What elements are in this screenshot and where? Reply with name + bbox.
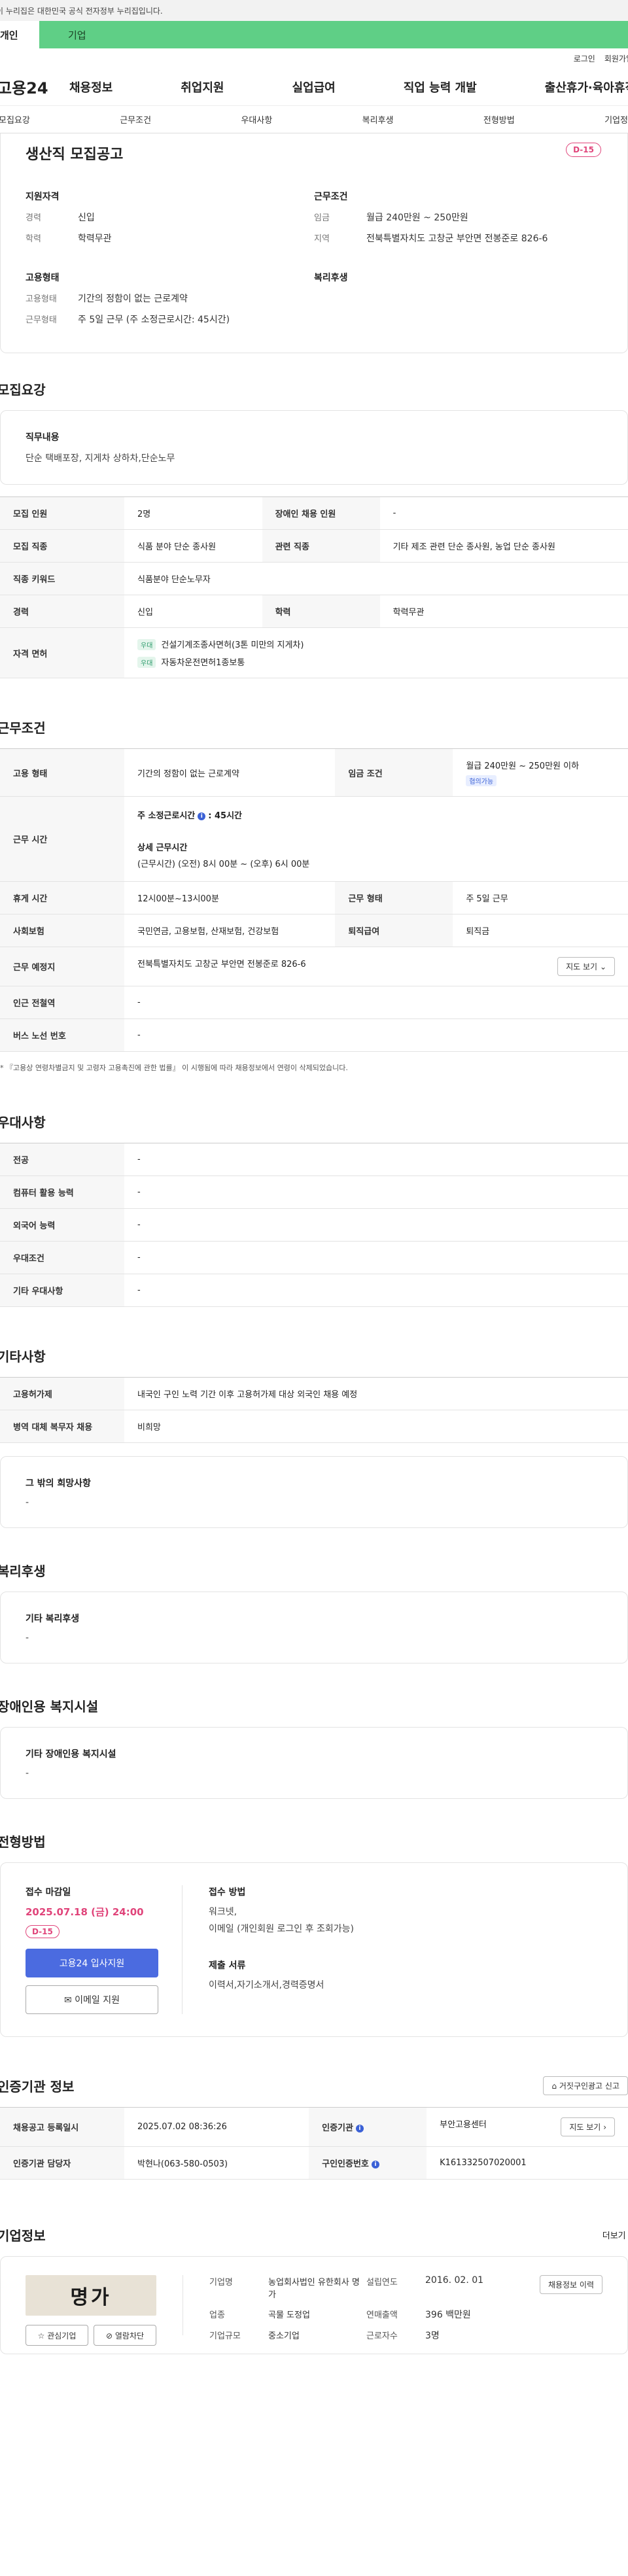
company-logo: 명가	[26, 2275, 156, 2316]
welfare-title: 복리후생	[0, 1563, 46, 1579]
interest-button[interactable]: ☆ 관심기업	[26, 2325, 88, 2346]
duty-box: 직무내용 단순 택배포장, 지게차 상하차,단순노무	[0, 410, 628, 485]
site-logo[interactable]: 고용24	[0, 75, 69, 98]
tab-company[interactable]: 기업정보	[604, 113, 628, 126]
email-apply-button[interactable]: ✉ 이메일 지원	[26, 1985, 158, 2014]
star-icon: ☆	[37, 2331, 45, 2341]
tab-apply[interactable]: 전형방법	[483, 113, 515, 126]
global-nav: 고용24 채용정보 취업지원 실업급여 직업 능력 개발 출산휴가·육아휴직	[0, 68, 628, 106]
utility-links: 로그인 회원가입	[0, 48, 628, 68]
emp-heading: 고용형태	[26, 273, 60, 283]
block-icon: ⊘	[105, 2331, 113, 2341]
apply-title: 전형방법	[0, 1834, 46, 1850]
company-title: 기업정보	[0, 2228, 46, 2244]
deadline: 2025.07.18 (금) 24:00	[26, 1906, 144, 1918]
gnb-vocational-training[interactable]: 직업 능력 개발	[404, 78, 477, 96]
pref-table: 전공 - 컴퓨터 활용 능력 - 외국어 능력 - 우대조건 - 기타 우대사항 -	[0, 1143, 628, 1307]
dday-badge: D-15	[566, 143, 601, 157]
block-button[interactable]: ⊘ 열람차단	[94, 2325, 156, 2346]
qual-heading: 지원자격	[26, 192, 60, 202]
apply-box: 접수 마감일 2025.07.18 (금) 24:00 D-15 고용24 입사…	[0, 1862, 628, 2037]
etc-title: 기타사항	[0, 1349, 46, 1365]
disabled-fac-title: 장애인용 복지시설	[0, 1699, 99, 1714]
welfare-heading: 복리후생	[314, 273, 348, 283]
pref-title: 우대사항	[0, 1115, 46, 1130]
gnb-unemployment-benefit[interactable]: 실업급여	[292, 78, 336, 96]
tab-recruit[interactable]: 모집요강	[0, 113, 30, 126]
work-title: 근무조건	[0, 720, 46, 736]
apply-button[interactable]: 고용24 입사지원	[26, 1949, 158, 1977]
info-icon[interactable]: i	[371, 2160, 379, 2168]
gnb-jobs[interactable]: 채용정보	[69, 78, 113, 96]
user-type-tabs: 개인 기업	[0, 21, 628, 48]
job-summary-card: 생산직 모집공고 D-15 지원자격 경력 신입 학력 학력무관 근무조건 임금 월급…	[0, 133, 628, 353]
other-wish-box: 그 밖의 희망사항 -	[0, 1456, 628, 1528]
recruit-table: 모집 인원 2명 장애인 채용 인원 - 모집 직종 식품 분야 단순 종사원 …	[0, 496, 628, 678]
work-table: 고용 형태 기간의 정함이 없는 근로계약 임금 조건 월급 240만원 ~ 2…	[0, 748, 628, 1052]
dday-badge-2: D-15	[26, 1925, 60, 1938]
tab-company[interactable]: 기업	[39, 21, 628, 48]
gnb-maternity-leave[interactable]: 출산휴가·육아휴직	[545, 78, 628, 96]
signup-link[interactable]: 회원가입	[604, 53, 628, 64]
tab-personal[interactable]: 개인	[0, 21, 39, 48]
job-history-button[interactable]: 채용정보 이력	[539, 2275, 602, 2294]
tab-work[interactable]: 근무조건	[120, 113, 151, 126]
tab-pref[interactable]: 우대사항	[241, 113, 272, 126]
cert-title: 인증기관 정보	[0, 2079, 75, 2095]
map-button[interactable]: 지도 보기 ⌄	[557, 957, 615, 976]
gov-banner: 이 누리집은 대한민국 공식 전자정부 누리집입니다.	[0, 0, 628, 21]
tab-welfare[interactable]: 복리후생	[362, 113, 394, 126]
login-link[interactable]: 로그인	[574, 53, 595, 64]
home-icon: ⌂	[551, 2081, 557, 2091]
cond-heading: 근무조건	[314, 192, 348, 202]
chevron-down-icon: ⌄	[599, 962, 606, 971]
more-link[interactable]: 더보기 ›	[602, 2229, 628, 2241]
page-title: 생산직 모집공고	[26, 147, 124, 163]
mail-icon: ✉	[63, 1995, 72, 2006]
section-tabs: 모집요강 근무조건 우대사항 복리후생 전형방법 기업정보	[0, 106, 628, 133]
company-box: 명가 ☆ 관심기업 ⊘ 열람차단 기업명 농업회사법인 유한회사 명가 설립연도…	[0, 2256, 628, 2354]
chevron-right-icon: ›	[603, 2123, 606, 2132]
etc-table: 고용허가제 내국인 구인 노력 기간 이후 고용허가제 대상 외국인 채용 예정 …	[0, 1377, 628, 1443]
info-icon[interactable]: i	[355, 2124, 364, 2132]
recruit-title: 모집요강	[0, 382, 46, 398]
cert-table: 채용공고 등록일시 2025.07.02 08:36:26 인증기관 i 부안고용…	[0, 2107, 628, 2180]
info-icon[interactable]: i	[198, 812, 206, 820]
welfare-box: 기타 복리후생 -	[0, 1592, 628, 1663]
disabled-fac-box: 기타 장애인용 복지시설 -	[0, 1727, 628, 1799]
gnb-employment-support[interactable]: 취업지원	[181, 78, 224, 96]
report-button[interactable]: ⌂ 거짓구인광고 신고	[543, 2076, 628, 2095]
age-notice: * 『고용상 연령차별금지 및 고령자 고용촉진에 관한 법률』 이 시행됨에 …	[0, 1064, 348, 1072]
cert-map-button[interactable]: 지도 보기 ›	[561, 2117, 615, 2136]
